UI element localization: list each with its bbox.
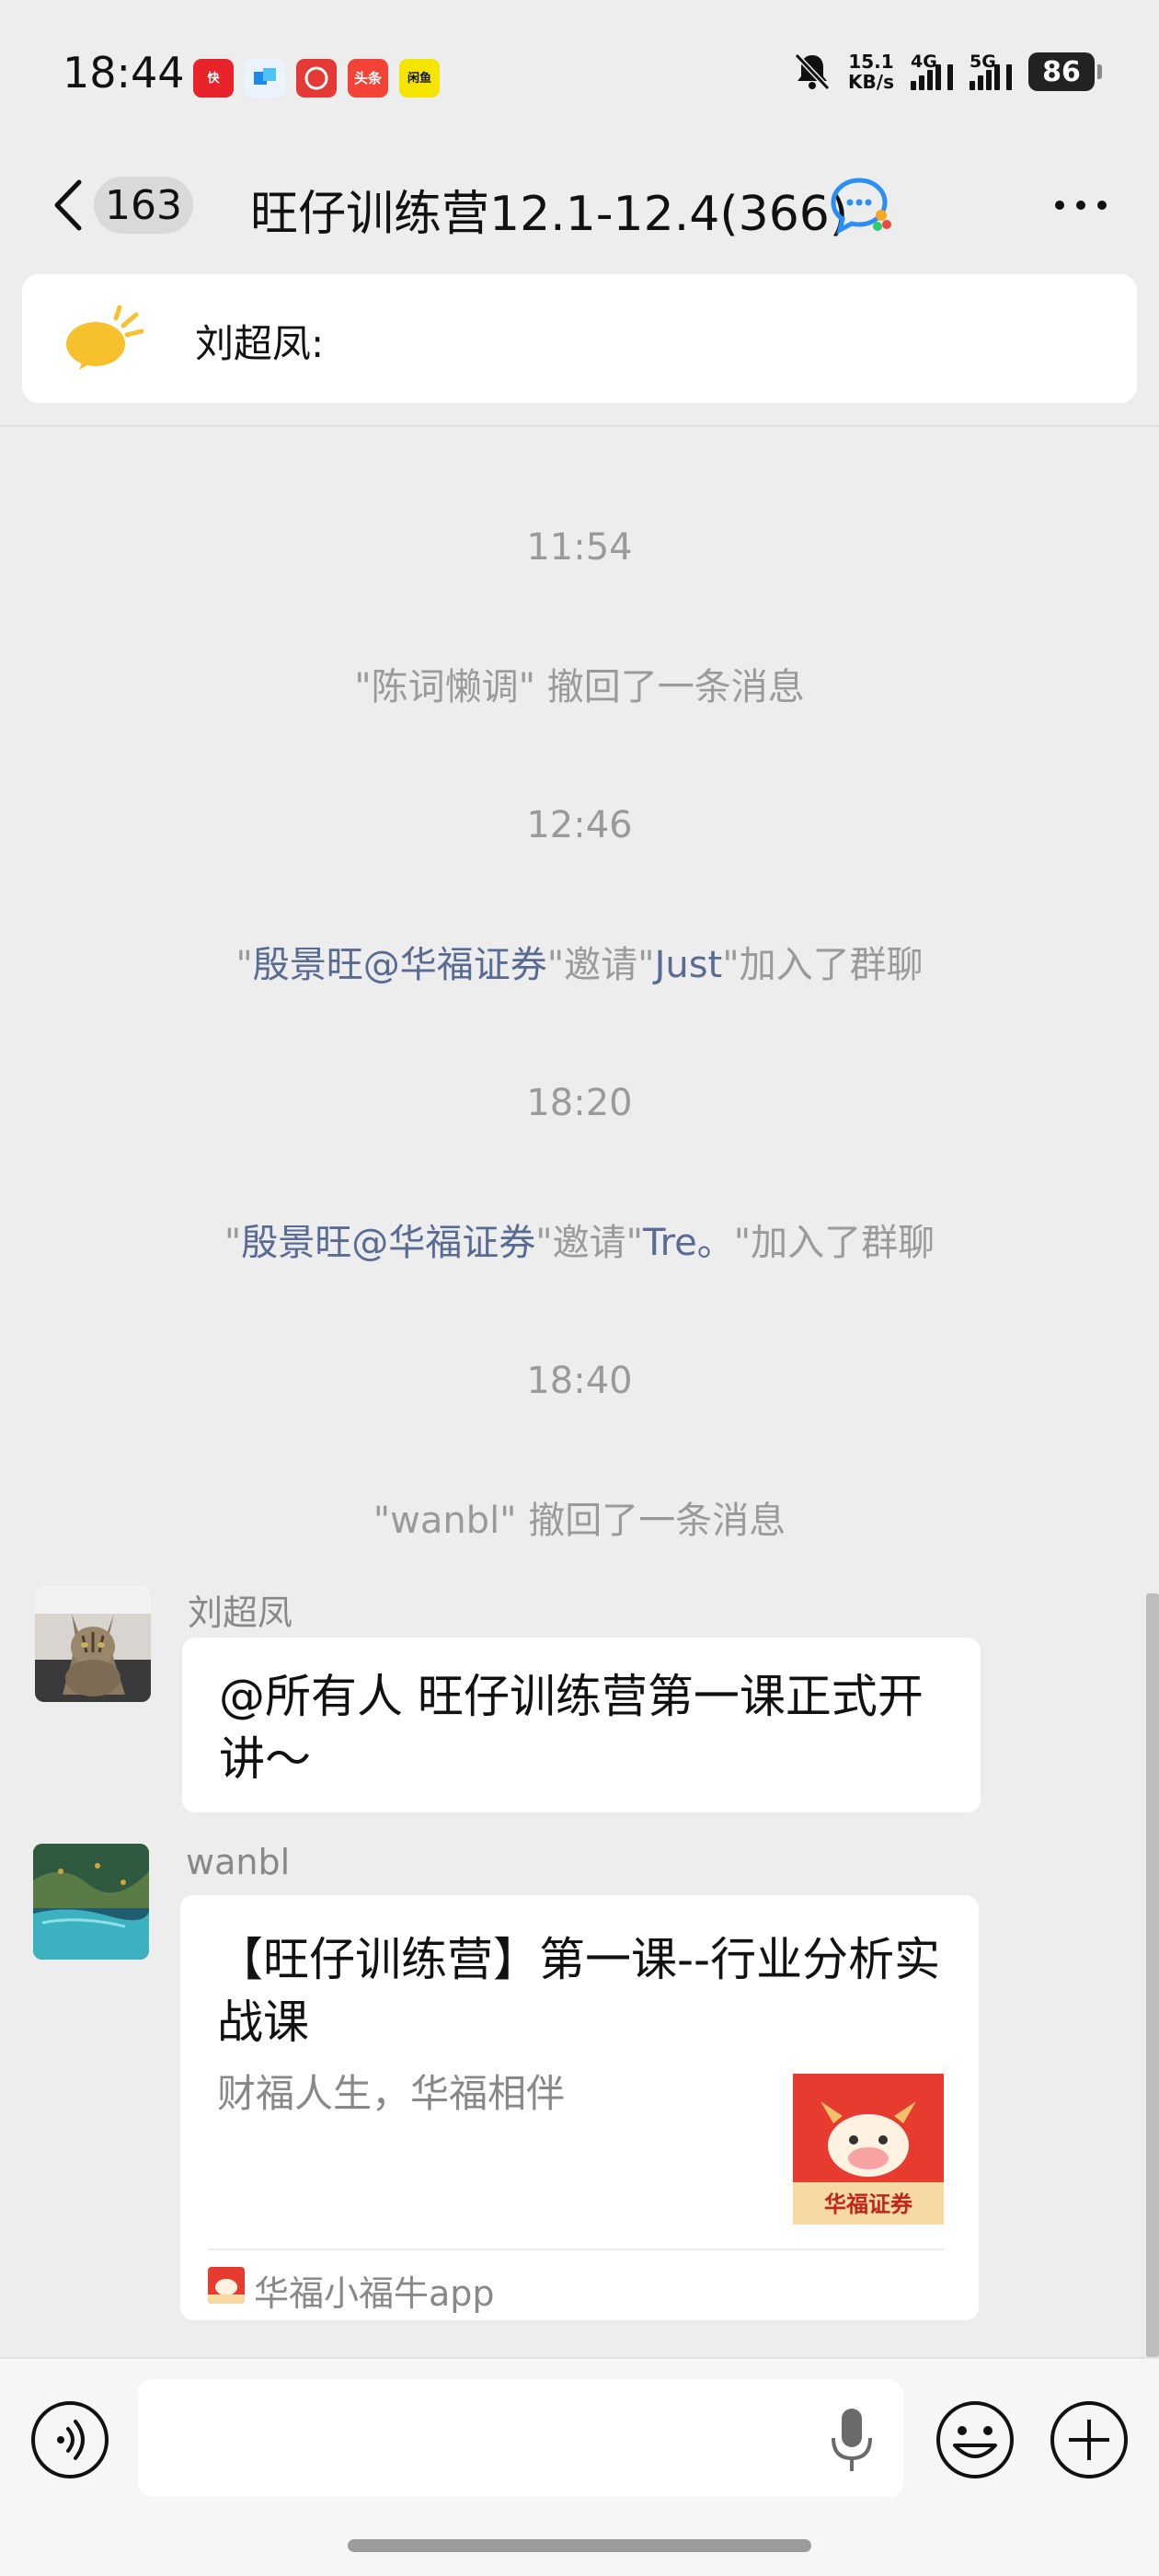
- message-text: @所有人 旺仔训练营第一课正式开讲～: [219, 1670, 924, 1786]
- unread-count-badge[interactable]: 163: [94, 177, 193, 234]
- network-speed: 15.1 KB/s: [848, 51, 894, 93]
- voice-mode-icon[interactable]: [29, 2399, 110, 2480]
- pinned-divider: [0, 425, 1159, 427]
- home-indicator[interactable]: [348, 2539, 811, 2552]
- invitee-link[interactable]: Just: [655, 944, 723, 986]
- status-right: 15.1 KB/s 4G 5G 86: [793, 51, 1102, 93]
- card-title: 【旺仔训练营】第一课--行业分析实战课: [217, 1933, 941, 2049]
- app-notification-icon-2: [245, 59, 285, 98]
- timestamp: 12:46: [526, 804, 633, 846]
- link-card[interactable]: 【旺仔训练营】第一课--行业分析实战课 财福人生，华福相伴 华福证券 华福小福牛…: [180, 1895, 979, 2320]
- avatar[interactable]: [33, 1844, 149, 1960]
- avatar[interactable]: [35, 1586, 151, 1702]
- timestamp: 18:20: [526, 1082, 633, 1124]
- signal-5g-icon: 5G: [970, 52, 1012, 90]
- app-notification-icon-3: [296, 59, 337, 98]
- invitee-link[interactable]: Tre。: [643, 1222, 734, 1264]
- sender-name: wanbl: [186, 1842, 291, 1882]
- invite-notice: "殷景旺@华福证券"邀请"Tre。"加入了群聊: [224, 1222, 935, 1264]
- app-source-icon: [208, 2267, 245, 2304]
- card-description: 财福人生，华福相伴: [217, 2071, 566, 2116]
- notification-icons: 快 头条 闲鱼: [193, 59, 440, 98]
- chat-title: 旺仔训练营12.1-12.4(366): [250, 187, 849, 242]
- card-thumbnail: 华福证券: [793, 2074, 944, 2225]
- message-bubble[interactable]: @所有人 旺仔训练营第一课正式开讲～: [182, 1638, 981, 1812]
- signal-4g-icon: 4G: [911, 52, 953, 90]
- status-time: 18:44: [63, 48, 185, 98]
- assistant-icon[interactable]: [828, 173, 898, 237]
- status-bar: 18:44 快 头条 闲鱼 15.1 KB/s 4G 5G 86: [0, 0, 1159, 147]
- card-source-name: 华福小福牛app: [254, 2273, 495, 2314]
- message-input[interactable]: [138, 2379, 903, 2497]
- pinned-announcement[interactable]: 刘超凤:: [22, 274, 1137, 403]
- recall-notice: "陈词懒调" 撤回了一条消息: [354, 666, 805, 708]
- card-separator: [208, 2248, 944, 2250]
- thumb-caption: 华福证券: [824, 2191, 913, 2217]
- inviter-link[interactable]: 殷景旺@华福证券: [253, 944, 547, 986]
- scrollbar[interactable]: [1146, 1593, 1159, 2357]
- inviter-link[interactable]: 殷景旺@华福证券: [241, 1222, 535, 1264]
- sender-name: 刘超凤: [188, 1593, 293, 1633]
- mute-bell-icon: [794, 52, 831, 91]
- timestamp: 11:54: [526, 526, 633, 569]
- megaphone-icon: [66, 305, 144, 370]
- emoji-icon[interactable]: [935, 2399, 1016, 2480]
- app-notification-icon-4: 头条: [348, 59, 388, 98]
- recall-notice: "wanbl" 撤回了一条消息: [373, 1500, 786, 1542]
- invite-notice: "殷景旺@华福证券"邀请"Just"加入了群聊: [235, 944, 924, 986]
- timestamp: 18:40: [526, 1360, 633, 1402]
- app-notification-icon-5: 闲鱼: [399, 59, 440, 98]
- back-icon[interactable]: [42, 173, 98, 237]
- more-icon[interactable]: [1049, 184, 1113, 226]
- microphone-icon[interactable]: [826, 2403, 878, 2477]
- chat-title-bar: 163 旺仔训练营12.1-12.4(366): [0, 147, 1159, 267]
- pinned-sender: 刘超凤:: [195, 321, 325, 366]
- battery-indicator: 86: [1028, 52, 1102, 91]
- plus-icon[interactable]: [1049, 2399, 1130, 2480]
- app-notification-icon-1: 快: [193, 59, 234, 98]
